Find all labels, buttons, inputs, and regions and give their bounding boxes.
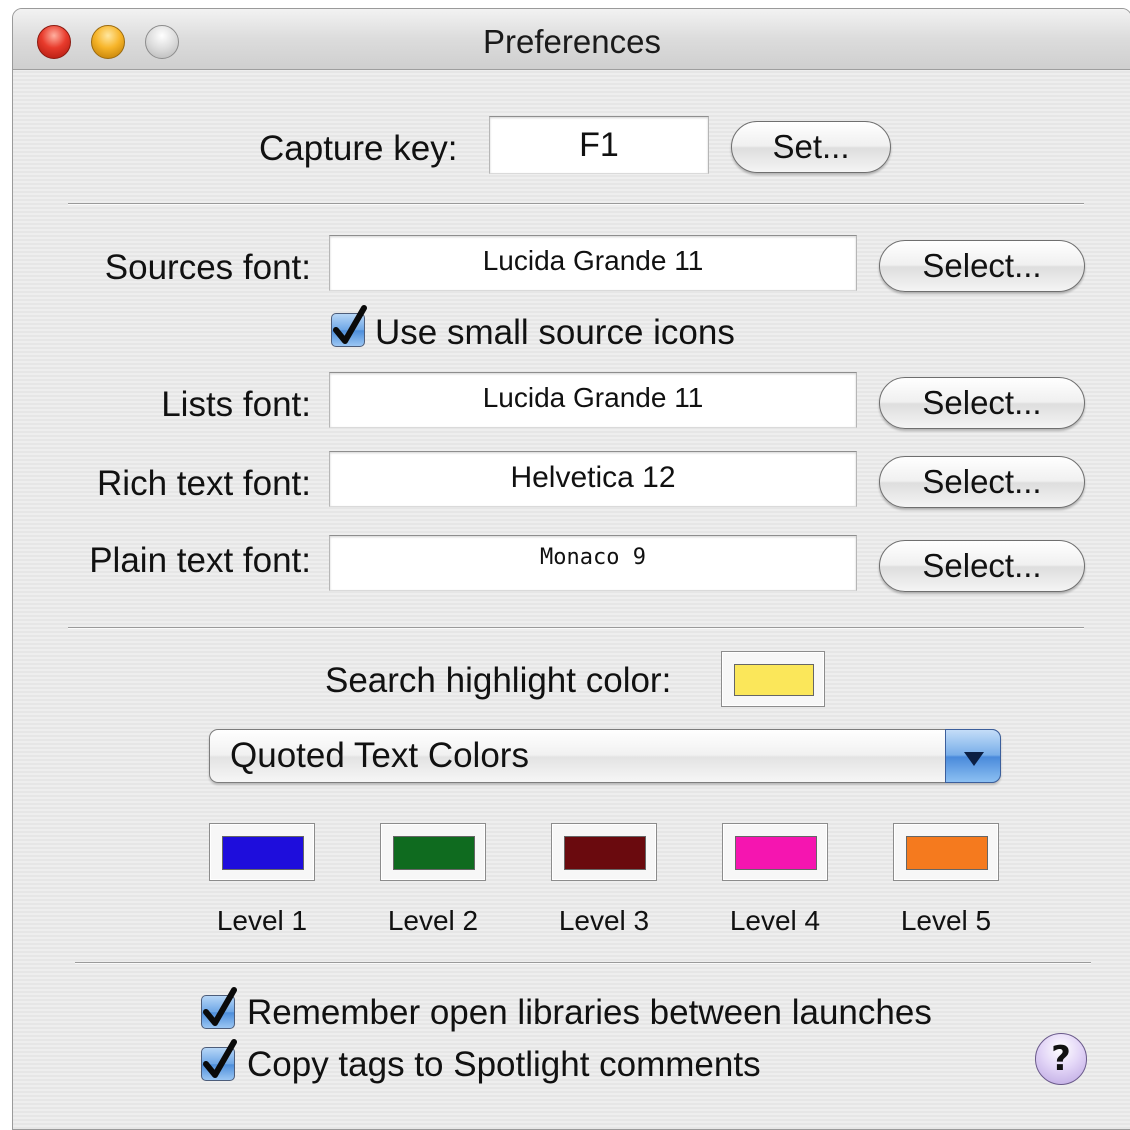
level-4-color-well[interactable] bbox=[722, 823, 828, 881]
search-highlight-label: Search highlight color: bbox=[325, 661, 672, 700]
plain-text-font-label: Plain text font: bbox=[89, 541, 311, 580]
sources-font-select-button[interactable]: Select... bbox=[879, 240, 1085, 292]
title-bar[interactable]: Preferences bbox=[13, 9, 1130, 70]
capture-key-label: Capture key: bbox=[259, 129, 458, 168]
level-2-color-well[interactable] bbox=[380, 823, 486, 881]
rich-text-font-field: Helvetica 12 bbox=[329, 451, 857, 507]
level-5-label: Level 5 bbox=[900, 905, 992, 936]
checkmark-icon bbox=[203, 987, 237, 1026]
plain-text-font-field: Monaco 9 bbox=[329, 535, 857, 591]
copy-tags-label[interactable]: Copy tags to Spotlight comments bbox=[247, 1045, 761, 1085]
remember-libraries-checkbox[interactable] bbox=[201, 987, 237, 1029]
quoted-text-colors-value: Quoted Text Colors bbox=[230, 736, 529, 775]
level-3-label: Level 3 bbox=[558, 905, 650, 936]
level-4-label: Level 4 bbox=[729, 905, 821, 936]
checkmark-icon bbox=[203, 1039, 237, 1078]
level-1-color-well[interactable] bbox=[209, 823, 315, 881]
sources-font-field: Lucida Grande 11 bbox=[329, 235, 857, 291]
search-highlight-swatch bbox=[734, 664, 814, 696]
separator-3 bbox=[75, 962, 1091, 964]
set-capture-key-button[interactable]: Set... bbox=[731, 121, 891, 173]
lists-font-label: Lists font: bbox=[161, 385, 311, 424]
level-4-swatch bbox=[735, 836, 817, 870]
checkmark-icon bbox=[333, 305, 367, 344]
level-3-color-well[interactable] bbox=[551, 823, 657, 881]
level-5-color-well[interactable] bbox=[893, 823, 999, 881]
popup-arrow-button[interactable] bbox=[945, 729, 1001, 783]
separator-2 bbox=[68, 627, 1084, 629]
plain-text-font-select-button[interactable]: Select... bbox=[879, 540, 1085, 592]
level-5-swatch bbox=[906, 836, 988, 870]
level-2-label: Level 2 bbox=[387, 905, 479, 936]
sources-font-label: Sources font: bbox=[104, 248, 311, 287]
small-source-icons-label[interactable]: Use small source icons bbox=[375, 313, 735, 353]
separator-1 bbox=[68, 203, 1084, 205]
level-1-swatch bbox=[222, 836, 304, 870]
quoted-text-colors-popup[interactable]: Quoted Text Colors bbox=[209, 729, 1001, 783]
copy-tags-checkbox[interactable] bbox=[201, 1039, 237, 1081]
search-highlight-color-well[interactable] bbox=[721, 651, 825, 707]
lists-font-field: Lucida Grande 11 bbox=[329, 372, 857, 428]
help-button[interactable]: ? bbox=[1035, 1033, 1087, 1085]
small-source-icons-checkbox[interactable] bbox=[331, 305, 367, 347]
level-2-swatch bbox=[393, 836, 475, 870]
level-3-swatch bbox=[564, 836, 646, 870]
remember-libraries-label[interactable]: Remember open libraries between launches bbox=[247, 993, 932, 1033]
window-title: Preferences bbox=[483, 23, 661, 60]
lists-font-select-button[interactable]: Select... bbox=[879, 377, 1085, 429]
rich-text-font-select-button[interactable]: Select... bbox=[879, 456, 1085, 508]
level-1-label: Level 1 bbox=[216, 905, 308, 936]
preferences-window: Preferences Capture key: F1 Set... Sourc… bbox=[12, 8, 1130, 1130]
chevron-down-icon bbox=[964, 752, 984, 766]
capture-key-field[interactable]: F1 bbox=[489, 116, 709, 174]
rich-text-font-label: Rich text font: bbox=[97, 464, 311, 503]
